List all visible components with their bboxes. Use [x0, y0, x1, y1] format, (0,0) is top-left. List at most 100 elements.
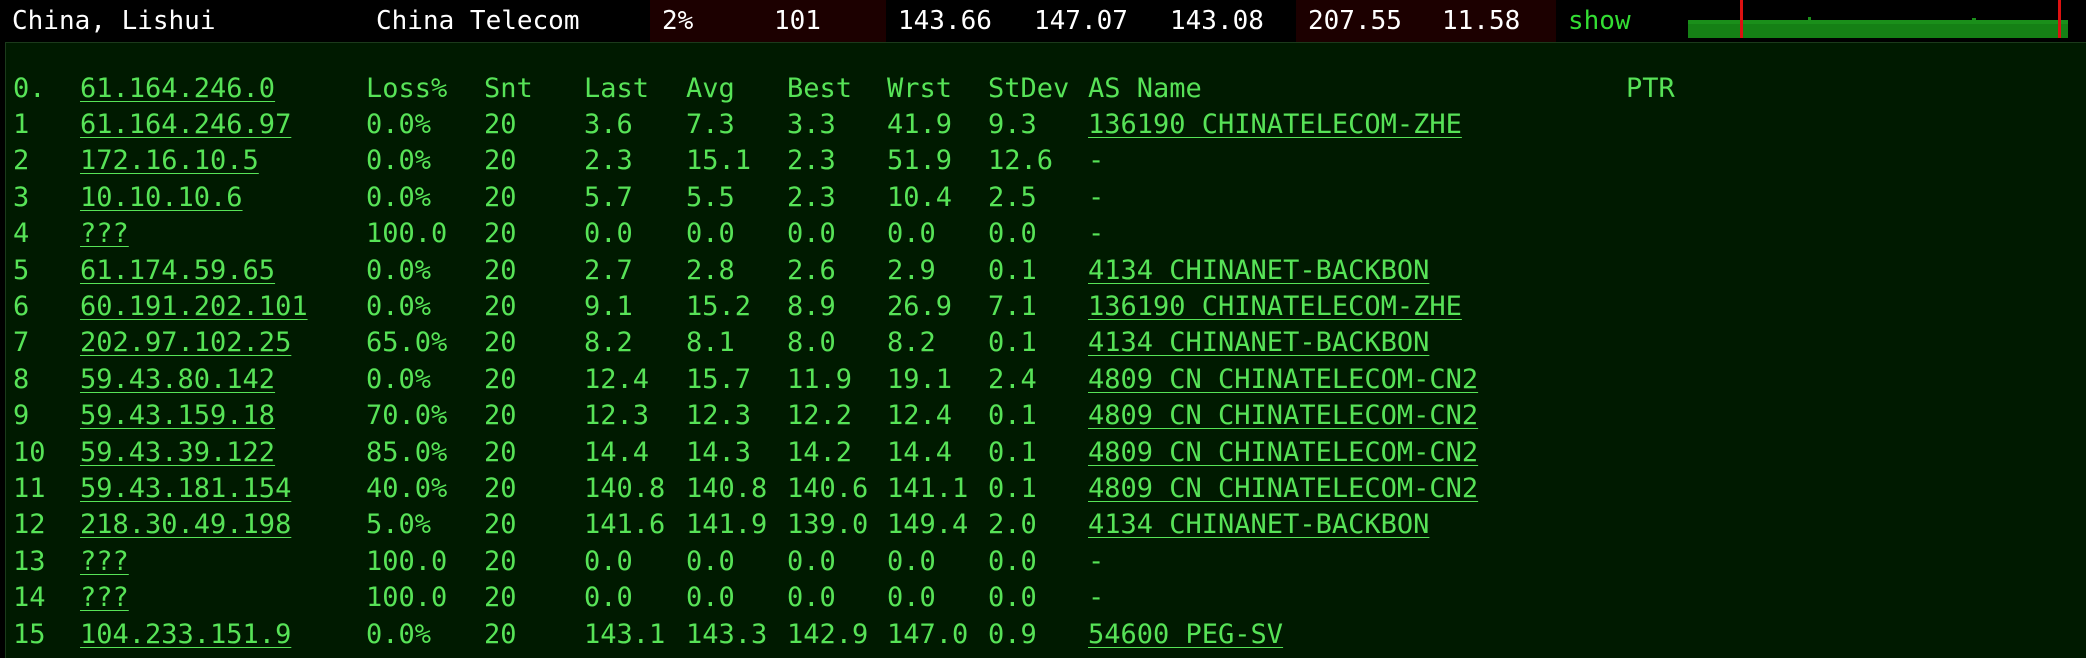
stdev-cell: 0.0 [988, 582, 1037, 614]
show-button[interactable]: show [1556, 0, 1688, 42]
last-value: 143.66 [886, 0, 1022, 42]
host-link[interactable]: ??? [80, 580, 129, 616]
host-link[interactable]: 104.233.151.9 [80, 617, 291, 653]
as-name-cell[interactable]: 136190 CHINATELECOM-ZHE [1088, 289, 1462, 325]
avg-cell: 15.7 [686, 363, 752, 395]
loss-cell: 0.0% [366, 109, 432, 140]
mtr-report-panel: 0. 61.164.246.0 Loss% Snt Last Avg Best … [5, 42, 2086, 658]
host-link[interactable]: 10.10.10.6 [80, 180, 243, 216]
hop-number: 6 [13, 291, 30, 322]
snt-cell: 20 [484, 545, 517, 577]
snt-cell: 20 [484, 473, 517, 504]
last-cell: 141.6 [584, 509, 666, 541]
table-row: 4??? 100.0 20 0.0 0.0 0.0 0.0 0.0 - [6, 216, 2086, 252]
as-name-cell[interactable]: 4809 CN CHINATELECOM-CN2 [1088, 435, 1478, 471]
best-cell: 12.2 [787, 400, 853, 432]
table-row: 8 59.43.80.142 0.0% 20 12.4 15.7 11.9 19.1 2.4 48… [6, 362, 2086, 398]
hop-number: 11 [13, 473, 46, 504]
avg-cell: 0.0 [686, 218, 735, 250]
stdev-cell: 9.3 [988, 109, 1037, 140]
host-link[interactable]: 202.97.102.25 [80, 325, 291, 361]
source-host-link[interactable]: 61.164.246.0 [80, 71, 275, 107]
as-name-cell[interactable]: 136190 CHINATELECOM-ZHE [1088, 107, 1462, 143]
table-row: 15 104.233.151.9 0.0% 20 143.1 143.3 142.9 147.… [6, 617, 2086, 653]
location-label: China, Lishui [0, 0, 364, 42]
stdev-cell: 2.0 [988, 509, 1037, 541]
as-header: AS Name [1088, 73, 1202, 104]
host-link[interactable]: 61.164.246.97 [80, 107, 291, 143]
loss-cell: 0.0% [366, 291, 432, 322]
loss-cell: 100.0 [366, 218, 448, 250]
as-name-cell[interactable]: 4134 CHINANET-BACKBON [1088, 507, 1429, 543]
best-cell: 2.3 [787, 145, 836, 177]
best-cell: 140.6 [787, 473, 869, 504]
stdev-cell: 0.1 [988, 473, 1037, 504]
hop-number: 8 [13, 363, 30, 395]
latency-graph [1688, 0, 2086, 42]
host-link[interactable]: 59.43.159.18 [80, 398, 275, 434]
loss-cell: 0.0% [366, 618, 432, 650]
snt-cell: 20 [484, 254, 517, 286]
avg-cell: 15.1 [686, 145, 752, 177]
as-name-cell[interactable]: 4809 CN CHINATELECOM-CN2 [1088, 471, 1478, 507]
table-row: 14??? 100.0 20 0.0 0.0 0.0 0.0 0.0 - [6, 580, 2086, 616]
wrst-cell: 0.0 [887, 545, 936, 577]
snt-cell: 20 [484, 109, 517, 140]
avg-cell: 0.0 [686, 582, 735, 614]
stdev-value: 11.58 [1430, 0, 1562, 42]
stdev-cell: 0.1 [988, 327, 1037, 359]
best-cell: 8.0 [787, 327, 836, 359]
host-link[interactable]: 59.43.39.122 [80, 435, 275, 471]
last-cell: 9.1 [584, 291, 633, 322]
as-name-cell[interactable]: 54600 PEG-SV [1088, 617, 1283, 653]
stdev-cell: 0.1 [988, 436, 1037, 468]
wrst-header: Wrst [887, 73, 953, 104]
loss-cell: 100.0 [366, 582, 448, 614]
avg-cell: 5.5 [686, 181, 735, 213]
host-link[interactable]: 218.30.49.198 [80, 507, 291, 543]
host-link[interactable]: ??? [80, 216, 129, 252]
avg-cell: 141.9 [686, 509, 768, 541]
hop-number: 15 [13, 618, 46, 650]
avg-cell: 7.3 [686, 109, 735, 140]
loss-cell: 5.0% [366, 509, 432, 541]
best-cell: 142.9 [787, 618, 869, 650]
stdev-header: StDev [988, 73, 1070, 104]
hop-header: 0. [13, 73, 46, 104]
loss-cell: 0.0% [366, 363, 432, 395]
best-cell: 139.0 [787, 509, 869, 541]
as-name-cell[interactable]: 4809 CN CHINATELECOM-CN2 [1088, 398, 1478, 434]
host-link[interactable]: ??? [80, 544, 129, 580]
avg-cell: 2.8 [686, 254, 735, 286]
host-link[interactable]: 60.191.202.101 [80, 289, 308, 325]
avg-cell: 15.2 [686, 291, 752, 322]
table-row: 6 60.191.202.101 0.0% 20 9.1 15.2 8.9 26.9 7.1 13… [6, 289, 2086, 325]
as-name-cell: - [1088, 218, 1105, 250]
loss-cell: 100.0 [366, 545, 448, 577]
as-name-cell: - [1088, 582, 1105, 614]
last-cell: 3.6 [584, 109, 633, 140]
snt-cell: 20 [484, 363, 517, 395]
as-name-cell[interactable]: 4134 CHINANET-BACKBON [1088, 253, 1429, 289]
hop-number: 3 [13, 181, 30, 213]
host-link[interactable]: 61.174.59.65 [80, 253, 275, 289]
as-name-cell[interactable]: 4134 CHINANET-BACKBON [1088, 325, 1429, 361]
host-link[interactable]: 172.16.10.5 [80, 143, 259, 179]
best-cell: 0.0 [787, 582, 836, 614]
wrst-cell: 0.0 [887, 218, 936, 250]
last-cell: 143.1 [584, 618, 666, 650]
as-name-cell: - [1088, 145, 1105, 177]
best-cell: 0.0 [787, 218, 836, 250]
best-header: Best [787, 73, 853, 104]
host-link[interactable]: 59.43.80.142 [80, 362, 275, 398]
wrst-cell: 147.0 [887, 618, 969, 650]
host-link[interactable]: 59.43.181.154 [80, 471, 291, 507]
as-name-cell[interactable]: 4809 CN CHINATELECOM-CN2 [1088, 362, 1478, 398]
wrst-cell: 12.4 [887, 400, 953, 432]
last-cell: 2.3 [584, 145, 633, 177]
avg-value: 147.07 [1022, 0, 1158, 42]
avg-cell: 14.3 [686, 436, 752, 468]
snt-header: Snt [484, 73, 533, 104]
best-cell: 8.9 [787, 291, 836, 322]
wrst-cell: 2.9 [887, 254, 936, 286]
